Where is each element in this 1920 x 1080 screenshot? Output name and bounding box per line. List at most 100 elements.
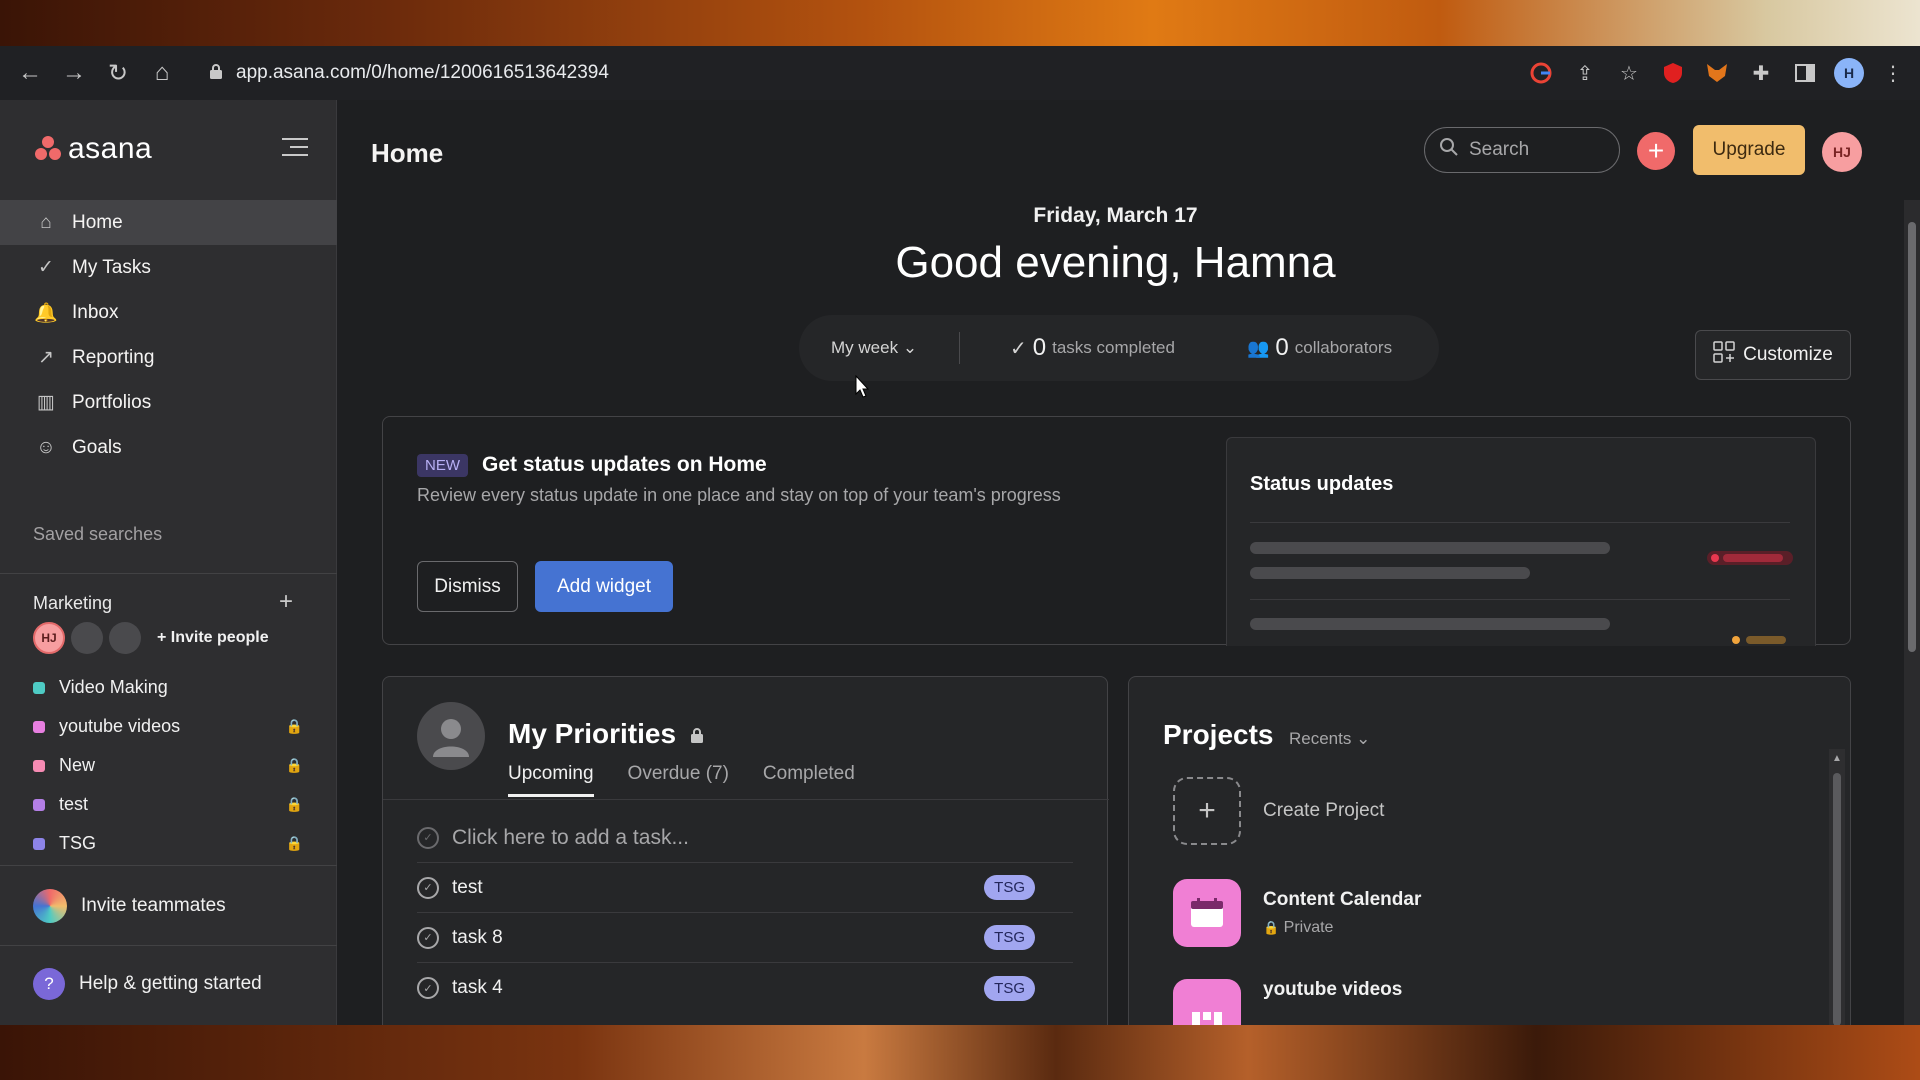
add-task-row[interactable]: ✓ Click here to add a task... bbox=[417, 813, 1073, 863]
share-icon[interactable]: ⇪ bbox=[1570, 58, 1600, 88]
asana-logo[interactable]: asana bbox=[34, 132, 152, 166]
project-item-youtube-videos[interactable]: youtube videos bbox=[1173, 979, 1402, 1026]
forward-icon[interactable]: → bbox=[52, 51, 96, 95]
project-color-swatch bbox=[33, 720, 45, 733]
sidebar-project-tsg[interactable]: TSG 🔒 bbox=[33, 824, 303, 863]
invite-teammates-label: Invite teammates bbox=[81, 895, 226, 916]
task-row[interactable]: ✓ task 4 TSG bbox=[417, 963, 1073, 1013]
project-name: youtube videos bbox=[1263, 979, 1403, 1000]
bell-icon: 🔔 bbox=[34, 302, 58, 324]
priorities-title-text: My Priorities bbox=[508, 718, 677, 749]
sidebar-item-label: Goals bbox=[72, 436, 122, 458]
collaborators-icon: 👥 bbox=[1246, 337, 1270, 358]
project-tag[interactable]: TSG bbox=[984, 875, 1035, 900]
back-icon[interactable]: ← bbox=[8, 51, 52, 95]
quick-add-button[interactable]: + bbox=[1637, 132, 1675, 170]
skeleton-line bbox=[1250, 542, 1610, 554]
project-name: TSG bbox=[59, 833, 97, 853]
sidebar-item-my-tasks[interactable]: ✓ My Tasks bbox=[0, 245, 337, 290]
profile-avatar[interactable]: H bbox=[1834, 58, 1864, 88]
sidebar: asana ⌂ Home ✓ My Tasks 🔔 Inbox ↗ Report… bbox=[0, 100, 337, 1025]
browser-toolbar: ← → ↻ ⌂ app.asana.com/0/home/12006165136… bbox=[0, 46, 1920, 100]
sidebar-project-new[interactable]: New 🔒 bbox=[33, 746, 303, 785]
projects-scrollbar[interactable]: ▲ bbox=[1829, 749, 1845, 1026]
project-color-swatch bbox=[33, 837, 45, 850]
desktop-background-bottom bbox=[0, 1025, 1920, 1080]
scroll-up-arrow-icon[interactable]: ▲ bbox=[1832, 753, 1842, 764]
sidebar-project-youtube-videos[interactable]: youtube videos 🔒 bbox=[33, 707, 303, 746]
skeleton-line bbox=[1250, 567, 1530, 579]
sidebar-item-reporting[interactable]: ↗ Reporting bbox=[0, 335, 337, 380]
dismiss-button[interactable]: Dismiss bbox=[417, 561, 518, 612]
tab-upcoming[interactable]: Upcoming bbox=[508, 763, 594, 797]
tab-completed[interactable]: Completed bbox=[763, 763, 855, 797]
user-avatar[interactable]: HJ bbox=[1822, 132, 1862, 172]
sidebar-item-portfolios[interactable]: ▥ Portfolios bbox=[0, 380, 337, 425]
customize-button[interactable]: Customize bbox=[1695, 330, 1851, 380]
tabs-divider bbox=[383, 799, 1109, 800]
invite-people-button[interactable]: + Invite people bbox=[157, 629, 269, 647]
project-tag[interactable]: TSG bbox=[984, 925, 1035, 950]
add-task-placeholder: Click here to add a task... bbox=[452, 825, 689, 849]
search-icon bbox=[1439, 137, 1459, 163]
reload-icon[interactable]: ↻ bbox=[96, 51, 140, 95]
member-avatar[interactable]: HJ bbox=[33, 622, 65, 654]
status-pill-red bbox=[1707, 551, 1793, 565]
complete-task-checkbox[interactable]: ✓ bbox=[417, 876, 439, 899]
recents-label: Recents bbox=[1289, 729, 1352, 748]
complete-task-checkbox[interactable]: ✓ bbox=[417, 977, 439, 999]
week-dropdown[interactable]: My week ⌄ bbox=[799, 338, 959, 358]
priorities-tabs: Upcoming Overdue (7) Completed bbox=[508, 763, 855, 797]
home-icon[interactable]: ⌂ bbox=[140, 51, 184, 95]
sidebar-project-video-making[interactable]: Video Making bbox=[33, 668, 303, 707]
stats-separator bbox=[959, 332, 960, 364]
task-name: test bbox=[452, 876, 483, 898]
create-project-label: Create Project bbox=[1263, 800, 1385, 821]
calendar-icon bbox=[1173, 879, 1241, 947]
sidebar-item-label: Inbox bbox=[72, 301, 119, 323]
project-name: Content Calendar bbox=[1263, 889, 1422, 910]
customize-label: Customize bbox=[1743, 344, 1833, 365]
add-widget-button[interactable]: Add widget bbox=[535, 561, 673, 612]
project-tag[interactable]: TSG bbox=[984, 975, 1035, 1001]
project-name: Video Making bbox=[59, 677, 168, 697]
task-row[interactable]: ✓ test TSG bbox=[417, 863, 1073, 913]
create-project-button[interactable]: + Create Project bbox=[1173, 777, 1384, 845]
extensions-puzzle-icon[interactable]: ✚ bbox=[1746, 58, 1776, 88]
extension-shield-icon[interactable] bbox=[1658, 58, 1688, 88]
lock-icon: 🔒 bbox=[285, 718, 303, 734]
complete-task-checkbox[interactable]: ✓ bbox=[417, 926, 439, 949]
page-scrollbar-thumb[interactable] bbox=[1908, 222, 1916, 652]
status-updates-promo: NEW Get status updates on Home Review ev… bbox=[382, 416, 1851, 646]
search-input[interactable]: Search bbox=[1424, 127, 1620, 173]
sidebar-divider bbox=[0, 865, 337, 866]
collapse-sidebar-icon[interactable] bbox=[282, 138, 308, 160]
plus-icon: + bbox=[1173, 777, 1241, 845]
upgrade-button[interactable]: Upgrade bbox=[1693, 125, 1805, 175]
scrollbar-thumb[interactable] bbox=[1833, 773, 1841, 1026]
project-item-content-calendar[interactable]: Content Calendar 🔒 Private bbox=[1173, 879, 1421, 947]
page-scrollbar[interactable] bbox=[1904, 200, 1920, 1080]
tab-overdue[interactable]: Overdue (7) bbox=[628, 763, 729, 797]
person-goal-icon: ☺ bbox=[36, 436, 56, 458]
task-row[interactable]: ✓ task 8 TSG bbox=[417, 913, 1073, 963]
invite-teammates-button[interactable]: Invite teammates bbox=[33, 889, 226, 923]
team-name: Marketing bbox=[33, 593, 113, 613]
sidebar-item-goals[interactable]: ☺ Goals bbox=[0, 425, 337, 470]
help-getting-started-button[interactable]: ? Help & getting started bbox=[33, 968, 262, 1000]
lock-icon bbox=[196, 63, 236, 84]
sidebar-item-home[interactable]: ⌂ Home bbox=[0, 200, 337, 245]
star-icon[interactable]: ☆ bbox=[1614, 58, 1644, 88]
add-team-project-icon[interactable]: + bbox=[279, 590, 293, 614]
customize-grid-icon bbox=[1713, 341, 1735, 369]
google-icon[interactable] bbox=[1526, 58, 1556, 88]
sidebar-project-test[interactable]: test 🔒 bbox=[33, 785, 303, 824]
sidebar-panel-icon[interactable] bbox=[1790, 58, 1820, 88]
sidebar-item-inbox[interactable]: 🔔 Inbox bbox=[0, 290, 337, 335]
recents-dropdown[interactable]: Recents ⌄ bbox=[1289, 729, 1370, 749]
chevron-down-icon: ⌄ bbox=[902, 338, 918, 357]
metamask-fox-icon[interactable] bbox=[1702, 58, 1732, 88]
kebab-menu-icon[interactable]: ⋮ bbox=[1878, 58, 1908, 88]
saved-searches-heading[interactable]: Saved searches bbox=[33, 524, 162, 545]
team-header[interactable]: Marketing + bbox=[33, 590, 293, 614]
